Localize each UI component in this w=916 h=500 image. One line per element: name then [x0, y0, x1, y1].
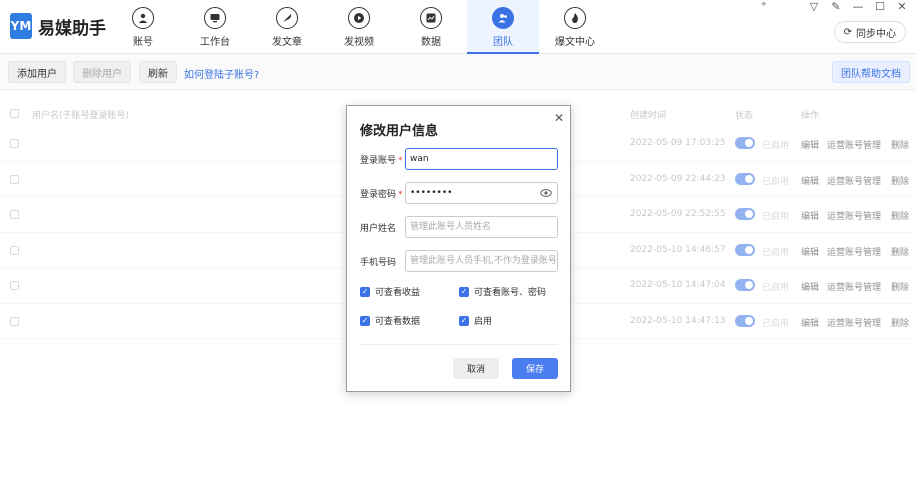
check-label: 可查看数据 [375, 317, 421, 327]
monitor-icon [204, 7, 226, 29]
name-label: 用户姓名 [360, 224, 397, 234]
check-enable[interactable]: ✓ 启用 [459, 314, 492, 327]
chart-icon [420, 7, 442, 29]
help-subaccount-link[interactable]: 如何登陆子账号? [184, 66, 259, 81]
edit-user-dialog: 修改用户信息 ✕ 登录账号 * wan 登录密码 * •••••••• 用户姓名 管… [346, 105, 571, 392]
password-label: 登录密码 * [360, 190, 403, 200]
window-controls: ▽ ✎ — ☐ ✕ [808, 0, 908, 13]
app-header: YM 易媒助手 账号 工作台 发文章 发视频 数据 团队 爆文中心 ✦ ▽ ✎ … [0, 0, 916, 54]
sync-label: 同步中心 [856, 28, 896, 40]
eye-icon[interactable] [540, 188, 552, 198]
nav-label: 数据 [421, 37, 441, 48]
account-input[interactable]: wan [405, 148, 558, 170]
app-name: 易媒助手 [38, 18, 106, 39]
team-icon [492, 7, 514, 29]
name-input[interactable]: 管理此账号人员姓名 [405, 216, 558, 238]
check-label: 启用 [474, 317, 493, 327]
nav-label: 账号 [133, 37, 153, 48]
nav-item-data[interactable]: 数据 [395, 0, 467, 54]
phone-input[interactable]: 管理此账号人员手机,不作为登录账号 [405, 250, 558, 272]
nav-label: 爆文中心 [555, 37, 595, 48]
play-icon [348, 7, 370, 29]
nav-label: 工作台 [200, 37, 230, 48]
name-row: 用户姓名 管理此账号人员姓名 [360, 216, 560, 238]
save-button[interactable]: 保存 [512, 358, 558, 379]
checkbox-checked-icon: ✓ [360, 286, 370, 297]
account-row: 登录账号 * wan [360, 148, 560, 170]
nav-item-team[interactable]: 团队 [467, 0, 539, 54]
checkbox-checked-icon: ✓ [459, 315, 469, 326]
phone-row: 手机号码 管理此账号人员手机,不作为登录账号 [360, 250, 560, 272]
pin-icon[interactable]: ✦ [760, 0, 768, 10]
toolbar: 添加用户 删除用户 刷新 如何登陆子账号? 团队帮助文档 [0, 54, 916, 90]
delete-user-button[interactable]: 删除用户 [73, 61, 131, 83]
check-label: 可查看收益 [375, 288, 421, 298]
filter-icon[interactable]: ▽ [808, 0, 820, 13]
team-help-doc-button[interactable]: 团队帮助文档 [832, 61, 910, 83]
check-income[interactable]: ✓ 可查看收益 [360, 285, 420, 298]
checkbox-checked-icon: ✓ [360, 315, 370, 326]
check-label: 可查看账号、密码 [474, 288, 547, 298]
feather-icon [276, 7, 298, 29]
sync-center-button[interactable]: ⟳ 同步中心 [833, 21, 906, 43]
account-label: 登录账号 * [360, 156, 403, 166]
maximize-icon[interactable]: ☐ [874, 0, 886, 13]
refresh-icon: ⟳ [843, 26, 852, 38]
edit-icon[interactable]: ✎ [830, 0, 842, 13]
app-logo: YM 易媒助手 [10, 13, 106, 39]
check-data[interactable]: ✓ 可查看数据 [360, 314, 420, 327]
phone-label: 手机号码 [360, 258, 397, 268]
check-account-password[interactable]: ✓ 可查看账号、密码 [459, 285, 546, 298]
user-icon [132, 7, 154, 29]
checkbox-checked-icon: ✓ [459, 286, 469, 297]
dialog-title: 修改用户信息 [360, 124, 439, 139]
flame-icon [564, 7, 586, 29]
close-icon[interactable]: ✕ [896, 0, 908, 13]
dialog-divider [360, 344, 558, 345]
nav-label: 发视频 [344, 37, 374, 48]
close-icon[interactable]: ✕ [554, 111, 564, 125]
nav-item-article[interactable]: 发文章 [251, 0, 323, 54]
password-value: •••••••• [410, 188, 453, 198]
nav-item-hot[interactable]: 爆文中心 [539, 0, 611, 54]
nav-item-account[interactable]: 账号 [107, 0, 179, 54]
nav-item-video[interactable]: 发视频 [323, 0, 395, 54]
nav-item-workbench[interactable]: 工作台 [179, 0, 251, 54]
add-user-button[interactable]: 添加用户 [8, 61, 66, 83]
password-input[interactable]: •••••••• [405, 182, 558, 204]
cancel-button[interactable]: 取消 [453, 358, 499, 379]
nav-label: 发文章 [272, 37, 302, 48]
minimize-icon[interactable]: — [852, 0, 864, 13]
main-nav: 账号 工作台 发文章 发视频 数据 团队 爆文中心 [107, 0, 611, 54]
logo-icon: YM [10, 13, 32, 39]
password-row: 登录密码 * •••••••• [360, 182, 560, 204]
refresh-button[interactable]: 刷新 [139, 61, 177, 83]
nav-label: 团队 [493, 37, 513, 48]
